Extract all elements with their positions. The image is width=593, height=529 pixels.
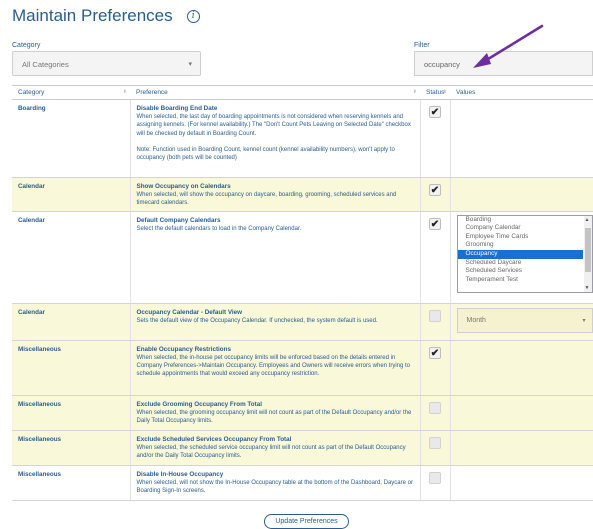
preference-title: Disable In-House Occupancy	[136, 470, 224, 478]
preference-title: Occupancy Calendar - Default View	[136, 308, 243, 316]
preference-description: When selected, the grooming occupancy li…	[136, 409, 412, 424]
listbox-scrollbar[interactable]: ▲ ▼	[583, 215, 592, 292]
preference-description: When selected, will show the occupancy o…	[136, 192, 397, 207]
status-checkbox[interactable]	[429, 309, 441, 322]
row-category: Miscellaneous	[18, 435, 62, 443]
table-row: Miscellaneous Disable In-House Occupancy…	[12, 465, 593, 501]
row-category: Miscellaneous	[18, 400, 62, 408]
row-category: Miscellaneous	[18, 470, 62, 478]
update-preferences-button[interactable]: Update Preferences	[264, 514, 349, 529]
row-category: Miscellaneous	[18, 345, 62, 353]
preference-title: Enable Occupancy Restrictions	[136, 345, 231, 353]
scroll-up-icon[interactable]: ▲	[585, 217, 590, 223]
calendar-option[interactable]: Boarding	[458, 216, 592, 225]
category-select-value: All Categories	[22, 60, 69, 69]
category-select[interactable]: All Categories ▾	[12, 51, 201, 76]
status-checkbox[interactable]	[429, 436, 441, 449]
preference-title: Exclude Grooming Occupancy From Total	[136, 400, 263, 408]
calendar-option[interactable]: Scheduled Daycare	[458, 259, 592, 268]
table-header-row: Category ⬍ Preference ⬍ Status ⬍ Values	[12, 85, 593, 100]
default-view-value: Month	[466, 316, 486, 324]
page-title: Maintain Preferences i	[12, 6, 200, 26]
row-category: Boarding	[18, 105, 46, 112]
table-row: Calendar Default Company Calendars Selec…	[12, 211, 593, 304]
default-view-select[interactable]: Month ▾	[456, 307, 593, 333]
preference-note: Note: Function used in Boarding Count, k…	[136, 146, 395, 162]
status-checkbox[interactable]	[429, 471, 441, 484]
filter-input-value: occupancy	[424, 60, 460, 69]
preference-title: Default Company Calendars	[136, 216, 221, 224]
preference-description: Select the default calendars to load in …	[136, 225, 302, 232]
table-row: Miscellaneous Exclude Scheduled Services…	[12, 430, 593, 466]
column-header-status[interactable]: Status ⬍	[420, 85, 450, 100]
table-row: Miscellaneous Enable Occupancy Restricti…	[12, 340, 593, 396]
filter-label: Filter	[414, 42, 430, 49]
row-category: Calendar	[18, 183, 45, 190]
preference-title: Show Occupancy on Calendars	[136, 183, 231, 190]
calendar-option[interactable]: Grooming	[458, 241, 592, 250]
column-header-preference[interactable]: Preference ⬍	[130, 85, 420, 100]
preference-description: When selected, the in-house pet occupanc…	[136, 354, 411, 378]
table-row: Calendar Occupancy Calendar - Default Vi…	[12, 303, 593, 341]
calendar-option[interactable]: Company Calendar	[458, 224, 592, 233]
row-category: Calendar	[18, 216, 45, 224]
table-row: Miscellaneous Exclude Grooming Occupancy…	[12, 395, 593, 431]
chevron-down-icon: ▾	[582, 317, 586, 324]
table-row: Boarding Disable Boarding End Date When …	[12, 99, 593, 178]
calendar-option[interactable]: Temperament Test	[458, 276, 592, 285]
scrollbar-thumb[interactable]	[584, 227, 591, 272]
preference-description: Sets the default view of the Occupancy C…	[136, 317, 378, 324]
preference-description: When selected, will not show the In-Hous…	[136, 479, 413, 494]
preference-title: Exclude Scheduled Services Occupancy Fro…	[136, 435, 292, 443]
preference-title: Disable Boarding End Date	[136, 105, 218, 112]
calendar-option[interactable]: Scheduled Services	[458, 267, 592, 276]
calendar-option-selected[interactable]: Occupancy	[457, 249, 583, 259]
preferences-table: Category ⬍ Preference ⬍ Status ⬍ Values Boa…	[12, 85, 593, 501]
column-header-category[interactable]: Category ⬍	[12, 85, 130, 100]
preference-description: When selected, the last day of boarding …	[136, 114, 411, 137]
scroll-down-icon[interactable]: ▼	[585, 285, 590, 291]
info-icon[interactable]: i	[186, 9, 200, 23]
column-header-values: Values	[450, 85, 593, 100]
status-checkbox[interactable]: ✔	[429, 106, 441, 118]
calendar-option[interactable]: Employee Time Cards	[458, 233, 592, 242]
preference-description: When selected, the scheduled service occ…	[136, 444, 406, 459]
status-checkbox[interactable]	[429, 401, 441, 414]
category-filter-label: Category	[12, 42, 41, 49]
chevron-down-icon: ▾	[188, 61, 192, 68]
row-category: Calendar	[18, 308, 45, 316]
company-calendars-listbox[interactable]: Boarding Company Calendar Employee Time …	[456, 214, 593, 293]
status-checkbox[interactable]: ✔	[429, 184, 441, 196]
status-checkbox[interactable]: ✔	[429, 346, 441, 359]
status-checkbox[interactable]: ✔	[429, 217, 441, 230]
table-row: Calendar Show Occupancy on Calendars Whe…	[12, 177, 593, 212]
annotation-arrow-icon	[473, 24, 544, 68]
